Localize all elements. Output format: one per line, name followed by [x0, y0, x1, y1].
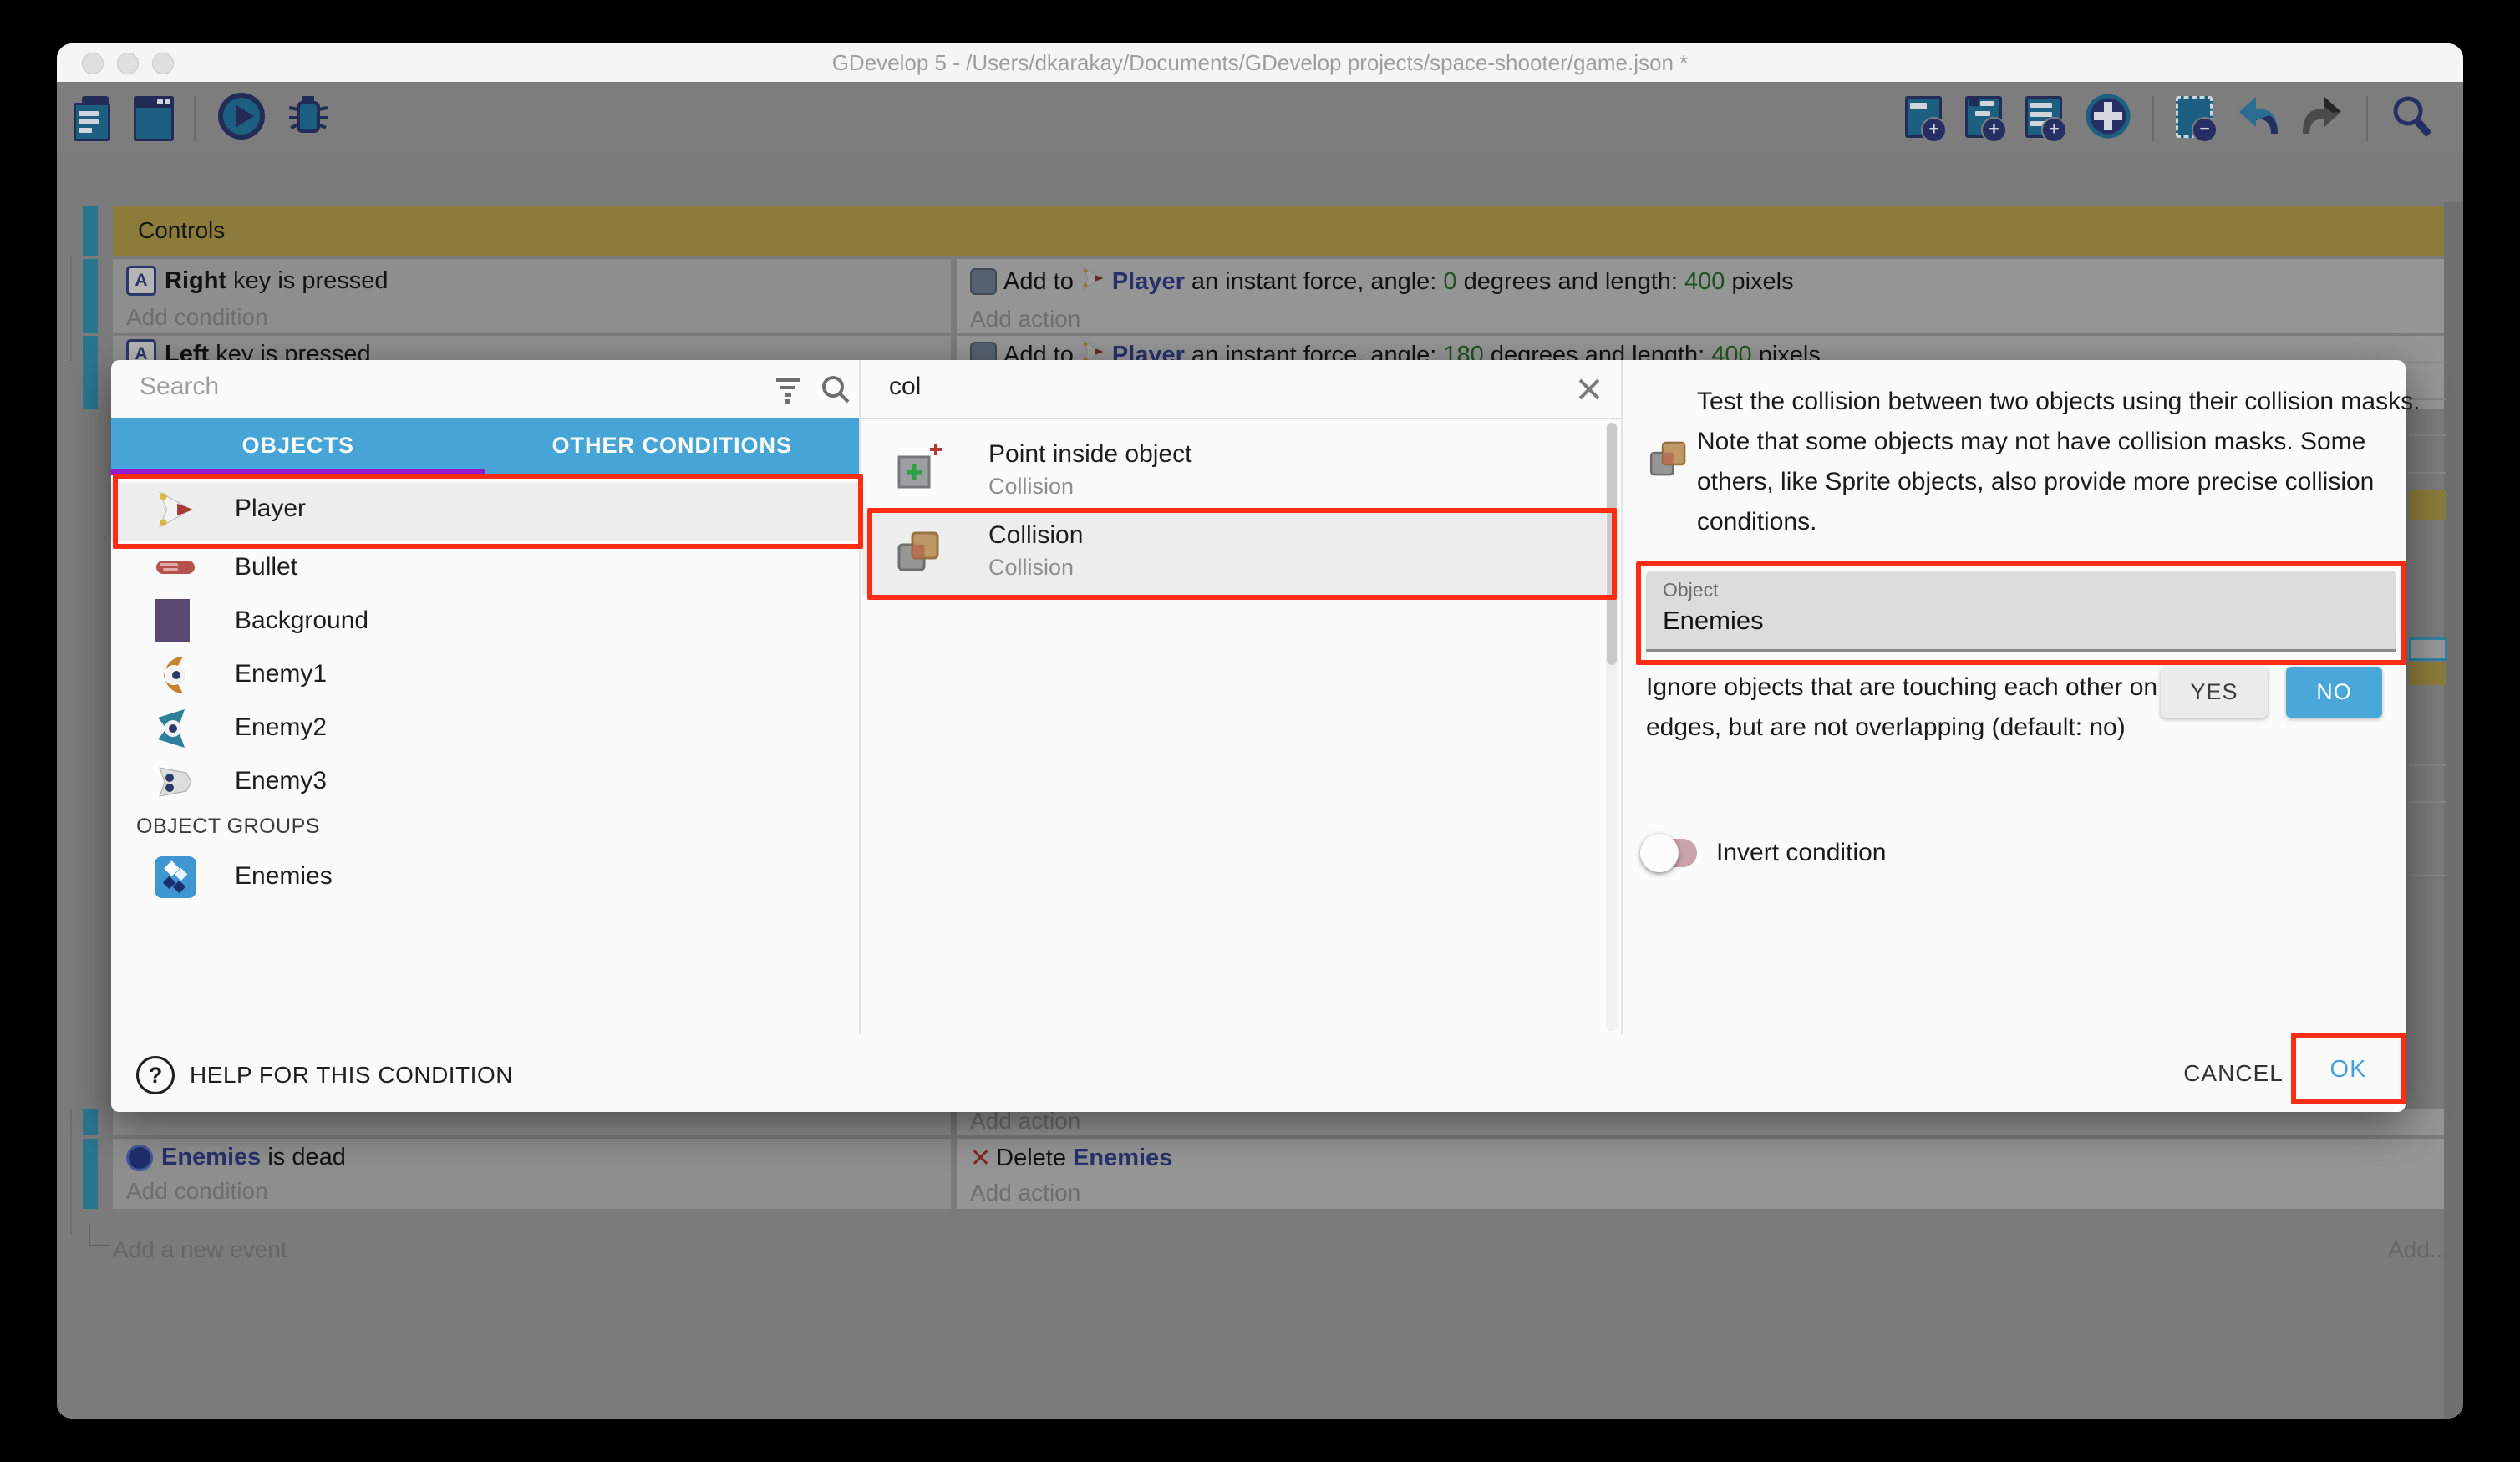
- add-condition-link[interactable]: Add condition: [113, 1178, 951, 1205]
- event-handle[interactable]: [83, 336, 98, 409]
- event-handle[interactable]: [83, 206, 98, 256]
- tab-other-conditions[interactable]: OTHER CONDITIONS: [485, 418, 860, 475]
- yes-button[interactable]: YES: [2161, 667, 2268, 718]
- minimize-window-button[interactable]: [117, 53, 139, 74]
- add-new-event-link[interactable]: Add a new event: [113, 1235, 287, 1265]
- close-window-button[interactable]: [82, 53, 104, 74]
- titlebar: GDevelop 5 - /Users/dkarakay/Documents/G…: [57, 43, 2463, 82]
- help-icon: ?: [136, 1056, 175, 1094]
- help-button[interactable]: ? HELP FOR THIS CONDITION: [136, 1056, 513, 1094]
- undo-icon[interactable]: [2236, 95, 2279, 141]
- add-force-icon: [970, 268, 997, 295]
- no-button[interactable]: NO: [2286, 667, 2382, 718]
- event-group-header-sliver: [2409, 662, 2446, 685]
- dialog-footer: ? HELP FOR THIS CONDITION CANCEL OK: [111, 1034, 2406, 1112]
- cancel-button[interactable]: CANCEL: [2175, 1034, 2292, 1112]
- project-manager-icon[interactable]: [74, 96, 112, 141]
- background-icon: [155, 599, 190, 647]
- condition-search-input[interactable]: [887, 372, 1476, 402]
- result-point-inside-object[interactable]: Point inside object Collision: [862, 430, 1619, 510]
- event-handle[interactable]: [83, 1139, 98, 1209]
- list-item-enemy1[interactable]: Enemy1: [111, 647, 859, 701]
- delete-icon: ✕: [970, 1144, 991, 1173]
- tree-guide-line: [70, 1109, 72, 1234]
- actions-cell[interactable]: ✕ Delete Enemies Add action: [957, 1139, 2444, 1209]
- debugger-icon[interactable]: [287, 93, 329, 144]
- add-action-link[interactable]: Add action: [957, 1109, 2444, 1134]
- conditions-cell[interactable]: [113, 1109, 951, 1135]
- scrollbar-thumb[interactable]: [1607, 423, 1617, 665]
- list-item-enemies-group[interactable]: Enemies: [111, 850, 859, 908]
- add-event-icon[interactable]: +: [1905, 96, 1943, 141]
- delete-event-icon[interactable]: −: [2176, 96, 2214, 141]
- add-action-link[interactable]: Add action: [957, 306, 2444, 333]
- search-icon[interactable]: [820, 373, 851, 409]
- clear-search-icon[interactable]: [1573, 373, 1605, 409]
- tree-corner: [89, 1223, 110, 1246]
- event-handle[interactable]: [83, 259, 98, 333]
- add-subevent-icon[interactable]: +: [1965, 96, 2004, 141]
- condition-description: Test the collision between two objects u…: [1697, 382, 2424, 542]
- enemies-group-icon: [155, 856, 196, 902]
- zoom-window-button[interactable]: [152, 53, 174, 74]
- enemy1-ship-icon: [155, 654, 196, 700]
- keyboard-key-icon: A: [126, 266, 156, 296]
- object-field-label: Object: [1663, 579, 1718, 602]
- object-groups-header: OBJECT GROUPS: [136, 811, 320, 841]
- toolbar: + + + −: [57, 82, 2463, 155]
- list-item-bullet[interactable]: Bullet: [111, 541, 859, 594]
- conditions-cell[interactable]: Enemies is dead Add condition: [113, 1139, 951, 1209]
- list-item-enemy2[interactable]: Enemy2: [111, 701, 859, 754]
- invert-condition-toggle[interactable]: [1645, 839, 1697, 867]
- scene-editor-icon[interactable]: [134, 96, 172, 141]
- enemy3-ship-icon: [155, 761, 196, 807]
- add-condition-link[interactable]: Add condition: [113, 304, 951, 331]
- condition-editor-dialog: OBJECTS OTHER CONDITIONS Player Bullet B…: [111, 360, 2406, 1112]
- redo-icon[interactable]: [2301, 95, 2345, 141]
- inline-field-sliver: [2409, 637, 2447, 661]
- add-circle-icon[interactable]: [2086, 94, 2131, 143]
- tree-guide-line: [70, 256, 72, 361]
- window-title: GDevelop 5 - /Users/dkarakay/Documents/G…: [57, 43, 2463, 82]
- ok-button[interactable]: OK: [2291, 1033, 2406, 1106]
- traffic-lights: [82, 53, 187, 79]
- invert-condition-label: Invert condition: [1716, 839, 1886, 867]
- player-ship-icon: [1080, 266, 1105, 297]
- add-comment-icon[interactable]: +: [2025, 96, 2064, 141]
- object-field-value: Enemies: [1663, 606, 1764, 636]
- dialog-tabbar: OBJECTS OTHER CONDITIONS: [111, 418, 859, 475]
- collision-icon: [894, 526, 944, 581]
- result-collision[interactable]: Collision Collision: [862, 513, 1619, 595]
- enemy-dead-icon: [126, 1145, 153, 1171]
- ignore-edges-label: Ignore objects that are touching each ot…: [1646, 668, 2248, 748]
- add-more-link[interactable]: Add...: [2388, 1235, 2449, 1265]
- toggle-thumb[interactable]: [1640, 834, 1679, 872]
- conditions-cell[interactable]: A Right key is pressed Add condition: [113, 259, 951, 333]
- point-inside-object-icon: [894, 442, 946, 498]
- play-icon[interactable]: [217, 92, 266, 145]
- event-group-header[interactable]: Controls: [113, 206, 2444, 256]
- results-scrollbar[interactable]: [1606, 423, 1618, 1031]
- actions-cell[interactable]: Add action: [957, 1109, 2444, 1135]
- filter-icon[interactable]: [771, 375, 805, 409]
- object-field[interactable]: Object Enemies: [1646, 571, 2396, 652]
- event-handle[interactable]: [83, 1109, 98, 1135]
- tab-indicator: [111, 469, 485, 475]
- event-group-title: Controls: [138, 217, 225, 243]
- object-search-input[interactable]: [138, 372, 726, 402]
- list-item-enemy3[interactable]: Enemy3: [111, 754, 859, 808]
- add-action-link[interactable]: Add action: [957, 1180, 2444, 1206]
- list-item-player[interactable]: Player: [111, 482, 859, 541]
- collision-icon: [1647, 437, 1690, 485]
- actions-cell[interactable]: Add to Player an instant force, angle: 0…: [957, 259, 2444, 333]
- tab-objects[interactable]: OBJECTS: [111, 418, 485, 475]
- search-events-icon[interactable]: [2390, 94, 2433, 143]
- list-item-background[interactable]: Background: [111, 594, 859, 647]
- bullet-icon: [155, 559, 196, 580]
- enemy2-ship-icon: [155, 708, 196, 754]
- player-ship-icon: [155, 489, 196, 535]
